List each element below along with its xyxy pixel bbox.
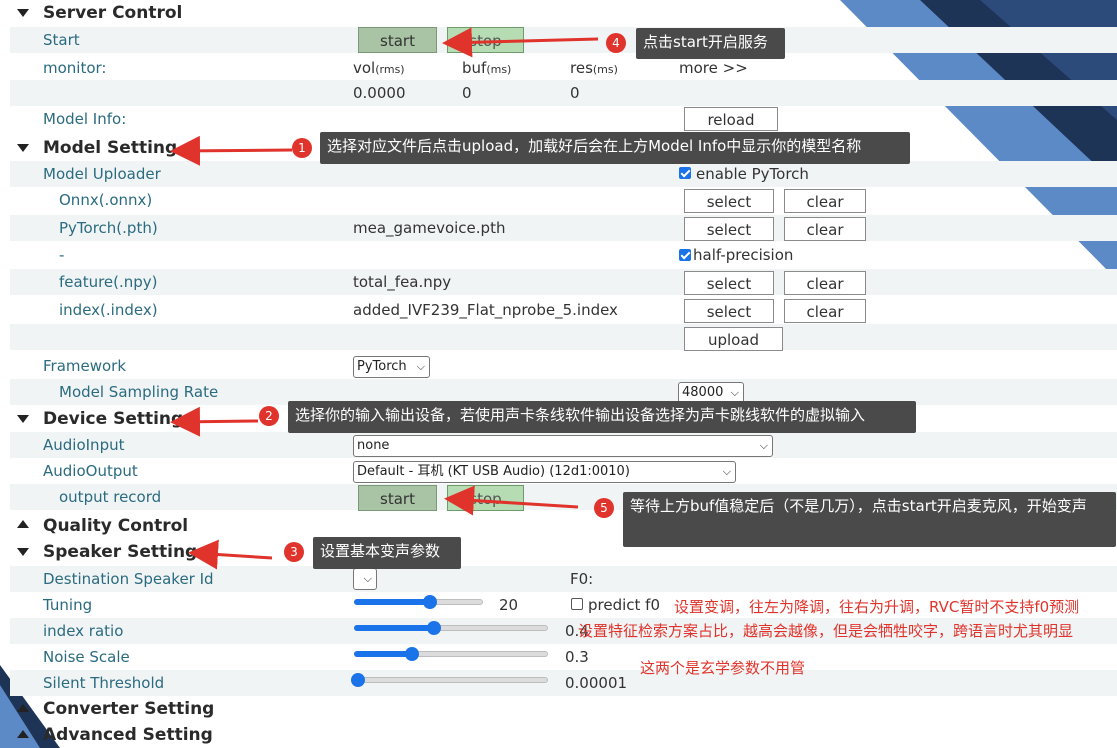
arrow-1 bbox=[170, 135, 293, 166]
callout-badge-2: 2 bbox=[259, 406, 279, 426]
note-index-ratio: 设置特征检索方案占比，越高会越像，但是会牺牲咬字，跨语言时尤其明显 bbox=[578, 622, 1074, 640]
callout-badge-5: 5 bbox=[594, 498, 614, 518]
callout-badge-1: 1 bbox=[292, 138, 312, 158]
note-noise-silent: 这两个是玄学参数不用管 bbox=[640, 659, 806, 677]
callout-badge-3: 3 bbox=[284, 542, 304, 562]
arrow-3 bbox=[188, 539, 273, 570]
slider-fill bbox=[354, 599, 431, 605]
slider-fill bbox=[354, 651, 413, 657]
arrow-2 bbox=[170, 406, 259, 437]
arrow-5 bbox=[444, 485, 579, 516]
callout-2: 选择你的输入输出设备，若使用声卡条线软件输出设备选择为声卡跳线软件的虚拟输入 bbox=[288, 401, 916, 433]
arrow-4 bbox=[442, 27, 599, 58]
slider-thumb[interactable] bbox=[426, 621, 441, 635]
note-tuning: 设置变调，往左为降调，往右为升调，RVC暂时不支持f0预测 bbox=[674, 598, 1080, 616]
callout-4: 点击start开启服务 bbox=[636, 28, 785, 59]
callout-1: 选择对应文件后点击upload，加载好后会在上方Model Info中显示你的模… bbox=[320, 132, 910, 164]
callout-badge-4: 4 bbox=[606, 33, 626, 53]
slider-fill bbox=[354, 625, 434, 631]
slider-thumb[interactable] bbox=[423, 595, 438, 609]
callout-3: 设置基本变声参数 bbox=[313, 537, 461, 569]
slider-thumb[interactable] bbox=[350, 673, 365, 687]
callout-5: 等待上方buf值稳定后（不是几万），点击start开启麦克风，开始变声 bbox=[623, 492, 1116, 547]
